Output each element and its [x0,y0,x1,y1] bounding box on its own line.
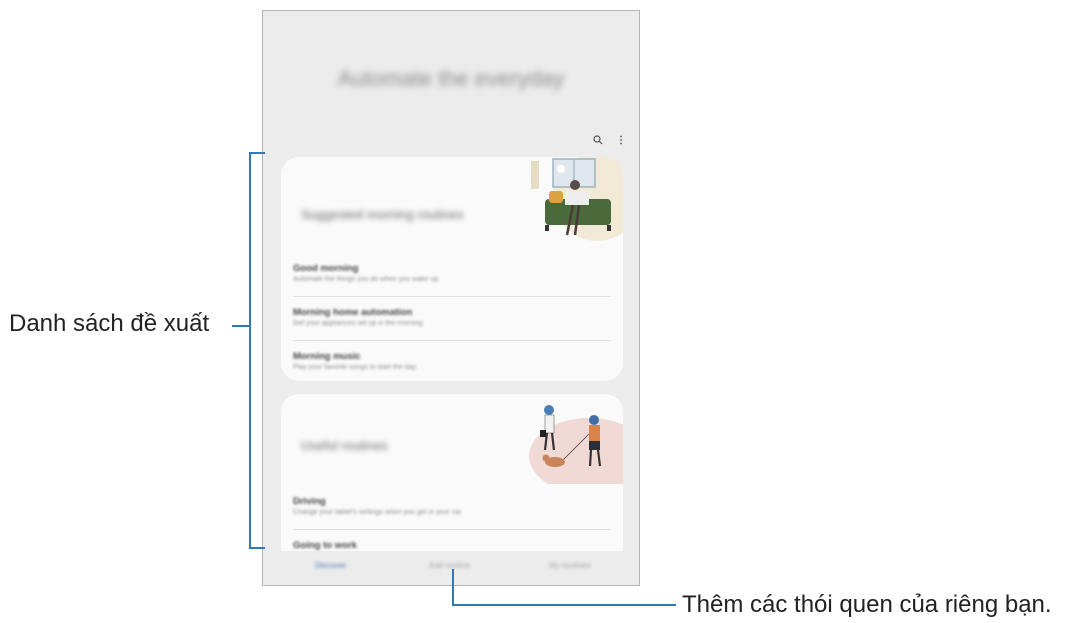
list-item[interactable]: Driving Change your tablet's settings wh… [293,496,611,540]
tab-add-routine[interactable]: Add routine [429,561,470,570]
tab-my-routines[interactable]: My routines [549,561,590,570]
item-subtitle: Change your tablet's settings when you g… [293,509,463,516]
item-subtitle: Automate the things you do when you wake… [293,276,441,283]
list-item[interactable]: Morning music Play your favorite songs t… [293,351,611,381]
more-vert-icon[interactable] [619,132,623,150]
hero-title: Automate the everyday [337,66,565,91]
search-icon[interactable] [593,132,603,150]
suggested-routines-card: Suggested morning routines Good morning … [281,157,623,381]
item-title: Morning music [293,351,361,362]
suggested-list-label: Danh sách đề xuất [9,310,210,337]
bracket-leader [232,325,249,327]
divider [293,296,611,297]
callout-vertical [452,569,454,606]
bracket-top-tick [249,152,265,154]
callout-horizontal [452,604,676,606]
item-title: Morning home automation [293,307,413,318]
tablet-screen: Automate the everyday Suggested morning … [262,10,640,586]
top-actions [593,132,623,150]
item-subtitle: Get your appliances set up in the mornin… [293,320,425,327]
morning-illustration [531,157,623,241]
list-item[interactable]: Morning home automation Get your applian… [293,307,611,351]
list-item[interactable]: Good morning Automate the things you do … [293,263,611,307]
add-own-routines-label: Thêm các thói quen của riêng bạn. [682,591,1052,618]
bottom-tab-bar: Discover Add routine My routines [263,551,639,585]
divider [293,340,611,341]
bracket-vertical [249,152,251,549]
divider [293,529,611,530]
tab-discover[interactable]: Discover [315,561,346,570]
item-title: Driving [293,496,326,507]
item-title: Going to work [293,540,357,551]
bracket-bottom-tick [249,547,265,549]
walking-illustration [529,405,623,484]
card-title: Suggested morning routines [301,207,464,222]
card-title: Useful routines [301,438,388,453]
item-title: Good morning [293,263,359,274]
item-subtitle: Play your favorite songs to start the da… [293,364,418,371]
